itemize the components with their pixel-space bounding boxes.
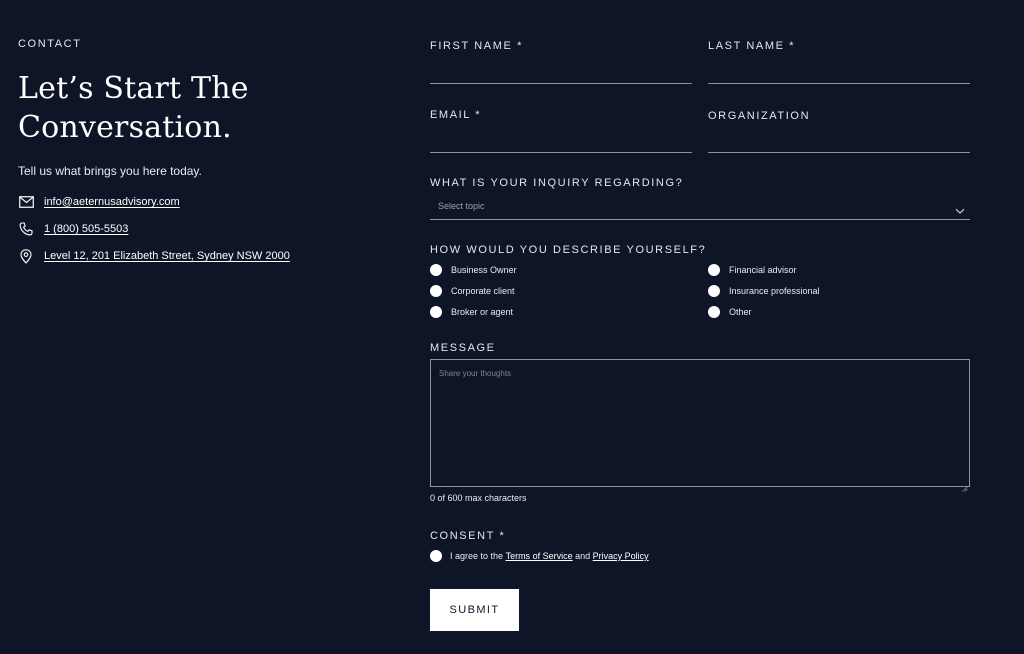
email-label: EMAIL * — [430, 109, 482, 121]
page-title-line-2: Conversation. — [18, 110, 232, 145]
consent-and: and — [575, 551, 591, 561]
message-textarea[interactable] — [430, 359, 970, 487]
contact-intro: CONTACT Let’s Start The Conversation. Te… — [18, 38, 358, 276]
email-field[interactable] — [430, 152, 692, 153]
consent-label: CONSENT * — [430, 530, 506, 542]
chevron-down-icon[interactable] — [955, 202, 965, 220]
first-name-label: FIRST NAME * — [430, 40, 523, 52]
privacy-link[interactable]: Privacy Policy — [593, 551, 649, 561]
address-link[interactable]: Level 12, 201 Elizabeth Street, Sydney N… — [44, 250, 290, 262]
radio-dot[interactable] — [430, 264, 442, 276]
organization-label: ORGANIZATION — [708, 110, 811, 122]
phone-icon — [18, 221, 34, 237]
contact-phone-row: 1 (800) 505-5503 — [18, 222, 358, 236]
radio-insurance-professional[interactable]: Insurance professional — [708, 285, 820, 297]
radio-dot[interactable] — [430, 306, 442, 318]
contact-address-row: Level 12, 201 Elizabeth Street, Sydney N… — [18, 248, 358, 264]
consent-prefix: I agree to the — [450, 551, 504, 561]
page-title: Let’s Start The Conversation. — [18, 69, 338, 147]
radio-dot[interactable] — [708, 264, 720, 276]
intro-text: Tell us what brings you here today. — [18, 164, 202, 178]
radio-business-owner[interactable]: Business Owner — [430, 264, 517, 276]
contact-list: info@aeternusadvisory.com 1 (800) 505-55… — [18, 195, 358, 264]
consent-row: I agree to the Terms of Service and Priv… — [430, 550, 649, 562]
radio-label: Broker or agent — [451, 307, 514, 317]
organization-field[interactable] — [708, 152, 970, 153]
resize-handle-icon[interactable] — [962, 479, 968, 497]
radio-corporate-client[interactable]: Corporate client — [430, 285, 515, 297]
mail-icon — [18, 194, 34, 210]
consent-checkbox[interactable] — [430, 550, 442, 562]
submit-button[interactable]: SUBMIT — [430, 589, 519, 631]
last-name-label: LAST NAME * — [708, 40, 796, 52]
section-eyebrow: CONTACT — [18, 38, 82, 50]
radio-label: Insurance professional — [729, 286, 820, 296]
radio-label: Financial advisor — [729, 265, 797, 275]
inquiry-label: WHAT IS YOUR INQUIRY REGARDING? — [430, 177, 684, 189]
page-title-line-1: Let’s Start The — [18, 71, 249, 106]
describe-label: HOW WOULD YOU DESCRIBE YOURSELF? — [430, 244, 707, 256]
radio-label: Corporate client — [451, 286, 515, 296]
location-pin-icon — [18, 248, 34, 264]
inquiry-select[interactable] — [430, 219, 970, 220]
radio-label: Business Owner — [451, 265, 517, 275]
email-link[interactable]: info@aeternusadvisory.com — [44, 196, 180, 208]
character-counter: 0 of 600 max characters — [430, 493, 527, 503]
radio-dot[interactable] — [430, 285, 442, 297]
last-name-field[interactable] — [708, 83, 970, 84]
radio-label: Other — [729, 307, 752, 317]
inquiry-select-value[interactable]: Select topic — [438, 201, 485, 211]
phone-link[interactable]: 1 (800) 505-5503 — [44, 223, 128, 235]
terms-link[interactable]: Terms of Service — [506, 551, 573, 561]
radio-dot[interactable] — [708, 306, 720, 318]
first-name-field[interactable] — [430, 83, 692, 84]
radio-broker-or-agent[interactable]: Broker or agent — [430, 306, 513, 318]
contact-email-row: info@aeternusadvisory.com — [18, 195, 358, 209]
radio-dot[interactable] — [708, 285, 720, 297]
message-label: MESSAGE — [430, 342, 496, 354]
radio-other[interactable]: Other — [708, 306, 752, 318]
radio-financial-advisor[interactable]: Financial advisor — [708, 264, 797, 276]
